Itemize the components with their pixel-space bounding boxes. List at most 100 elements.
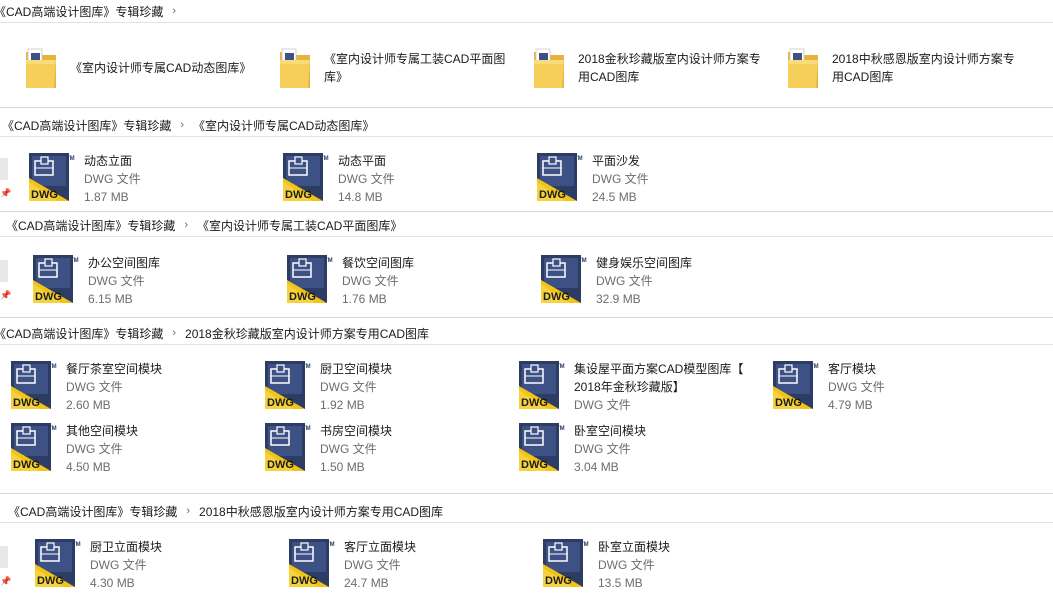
svg-text:DWG: DWG xyxy=(545,575,572,587)
file-name: 书房空间模块 xyxy=(320,424,393,438)
file-name: 动态平面 xyxy=(338,154,387,168)
file-name: 客厅模块 xyxy=(828,362,877,376)
pin-icon: 📌 xyxy=(0,188,12,198)
file-name: 卧室空间模块 xyxy=(574,424,647,438)
folder-item[interactable]: 《室内设计师专属CAD动态图库》 xyxy=(24,46,260,90)
file-name: 卧室立面模块 xyxy=(598,540,671,554)
svg-text:TM: TM xyxy=(48,364,57,370)
file-type: DWG 文件 xyxy=(84,172,141,186)
dwg-file-icon: DWG TM xyxy=(543,539,589,587)
svg-text:DWG: DWG xyxy=(775,397,802,409)
file-type: DWG 文件 xyxy=(88,274,145,288)
folder-name: 2018中秋感恩版室内设计师方案专用CAD图库 xyxy=(832,52,1015,84)
file-item[interactable]: DWG TM 餐饮空间图库 DWG 文件 1.76 MB xyxy=(286,254,414,308)
svg-text:DWG: DWG xyxy=(521,397,548,409)
folder-item[interactable]: 《室内设计师专属工装CAD平面图库》 xyxy=(278,46,514,90)
file-size: 1.92 MB xyxy=(320,398,365,412)
file-type: DWG 文件 xyxy=(66,442,123,456)
svg-text:DWG: DWG xyxy=(289,291,316,303)
folder-item[interactable]: 2018金秋珍藏版室内设计师方案专用CAD图库 xyxy=(532,46,768,90)
file-name: 动态立面 xyxy=(84,154,133,168)
file-panel: 《CAD高端设计图库》专辑珍藏 › 2018中秋感恩版室内设计师方案专用CAD图… xyxy=(0,500,1053,608)
file-item[interactable]: DWG TM 卧室立面模块 DWG 文件 13.5 MB xyxy=(542,538,670,592)
svg-text:TM: TM xyxy=(66,156,75,162)
svg-text:DWG: DWG xyxy=(13,397,40,409)
dwg-file-icon: DWG TM xyxy=(29,153,75,201)
folder-icon xyxy=(788,48,818,88)
pin-icon: 📌 xyxy=(0,576,12,586)
file-size: 32.9 MB xyxy=(596,292,641,306)
folder-icon xyxy=(280,48,310,88)
file-item[interactable]: DWG TM 健身娱乐空间图库 DWG 文件 32.9 MB xyxy=(540,254,692,308)
svg-text:DWG: DWG xyxy=(13,459,40,471)
file-item[interactable]: DWG TM 客厅立面模块 DWG 文件 24.7 MB xyxy=(288,538,416,592)
svg-text:TM: TM xyxy=(556,426,565,432)
file-size: 13.5 MB xyxy=(598,576,643,590)
file-type: DWG 文件 xyxy=(574,442,631,456)
file-item[interactable]: DWG TM 卧室空间模块 DWG 文件 3.04 MB xyxy=(518,422,646,476)
breadcrumb-root[interactable]: 《CAD高端设计图库》专辑珍藏 xyxy=(0,3,163,20)
dwg-file-icon: DWG TM xyxy=(33,255,79,303)
svg-text:TM: TM xyxy=(70,258,79,264)
svg-text:DWG: DWG xyxy=(35,291,62,303)
file-type: DWG 文件 xyxy=(596,274,653,288)
file-item[interactable]: DWG TM 动态立面 DWG 文件 1.87 MB xyxy=(28,152,141,206)
svg-text:DWG: DWG xyxy=(543,291,570,303)
file-item[interactable]: DWG TM 动态平面 DWG 文件 14.8 MB xyxy=(282,152,395,206)
file-item[interactable]: DWG TM 办公空间图库 DWG 文件 6.15 MB xyxy=(32,254,160,308)
file-item[interactable]: DWG TM 集设屋平面方案CAD模型图库【 2018年金秋珍藏版】 DWG 文… xyxy=(518,360,743,414)
dwg-file-icon: DWG TM xyxy=(537,153,583,201)
breadcrumb-current[interactable]: 2018金秋珍藏版室内设计师方案专用CAD图库 xyxy=(185,325,429,342)
file-name: 厨卫立面模块 xyxy=(90,540,163,554)
file-name: 健身娱乐空间图库 xyxy=(596,256,693,270)
file-item[interactable]: DWG TM 餐厅茶室空间模块 DWG 文件 2.60 MB xyxy=(10,360,162,414)
folder-name: 2018金秋珍藏版室内设计师方案专用CAD图库 xyxy=(578,52,761,84)
chevron-right-icon: › xyxy=(172,327,177,339)
file-item[interactable]: DWG TM 客厅模块 DWG 文件 4.79 MB xyxy=(772,360,885,414)
breadcrumb-current[interactable]: 《室内设计师专属工装CAD平面图库》 xyxy=(197,217,402,234)
breadcrumb-current[interactable]: 《室内设计师专属CAD动态图库》 xyxy=(193,117,374,134)
svg-text:TM: TM xyxy=(326,542,335,548)
file-size: 24.7 MB xyxy=(344,576,389,590)
file-type: DWG 文件 xyxy=(592,172,649,186)
file-type: DWG 文件 xyxy=(90,558,147,572)
file-size: 14.8 MB xyxy=(338,190,383,204)
file-name: 餐饮空间图库 xyxy=(342,256,415,270)
svg-text:DWG: DWG xyxy=(267,397,294,409)
dwg-file-icon: DWG TM xyxy=(541,255,587,303)
dwg-file-icon: DWG TM xyxy=(287,255,333,303)
svg-text:TM: TM xyxy=(574,156,583,162)
dwg-file-icon: DWG TM xyxy=(773,361,819,409)
chevron-right-icon: › xyxy=(172,5,177,17)
svg-text:TM: TM xyxy=(556,364,565,370)
breadcrumb: 《CAD高端设计图库》专辑珍藏 › 2018中秋感恩版室内设计师方案专用CAD图… xyxy=(0,500,1053,522)
file-item[interactable]: DWG TM 其他空间模块 DWG 文件 4.50 MB xyxy=(10,422,138,476)
breadcrumb-root[interactable]: 《CAD高端设计图库》专辑珍藏 xyxy=(0,325,163,342)
file-size: 24.5 MB xyxy=(592,190,637,204)
file-size: 2.60 MB xyxy=(66,398,111,412)
file-panel: 《CAD高端设计图库》专辑珍藏 › 2018金秋珍藏版室内设计师方案专用CAD图… xyxy=(0,322,1053,494)
dwg-file-icon: DWG TM xyxy=(519,423,565,471)
file-item[interactable]: DWG TM 厨卫立面模块 DWG 文件 4.30 MB xyxy=(34,538,162,592)
dwg-file-icon: DWG TM xyxy=(35,539,81,587)
file-panel: 《CAD高端设计图库》专辑珍藏 › 《室内设计师专属工装CAD平面图库》 📌 D… xyxy=(0,214,1053,318)
svg-text:TM: TM xyxy=(72,542,81,548)
folder-icon xyxy=(534,48,564,88)
svg-text:TM: TM xyxy=(302,364,311,370)
file-item[interactable]: DWG TM 厨卫空间模块 DWG 文件 1.92 MB xyxy=(264,360,392,414)
file-name: 办公空间图库 xyxy=(88,256,161,270)
breadcrumb-root[interactable]: 《CAD高端设计图库》专辑珍藏 xyxy=(8,503,177,520)
svg-text:DWG: DWG xyxy=(285,189,312,201)
svg-text:TM: TM xyxy=(810,364,819,370)
svg-text:DWG: DWG xyxy=(521,459,548,471)
breadcrumb-root[interactable]: 《CAD高端设计图库》专辑珍藏 xyxy=(6,217,175,234)
folder-item[interactable]: 2018中秋感恩版室内设计师方案专用CAD图库 xyxy=(786,46,1022,90)
chevron-right-icon: › xyxy=(186,505,191,517)
file-name: 集设屋平面方案CAD模型图库【 xyxy=(574,362,744,376)
breadcrumb-current[interactable]: 2018中秋感恩版室内设计师方案专用CAD图库 xyxy=(199,503,443,520)
folder-icon xyxy=(26,48,56,88)
file-size: 4.50 MB xyxy=(66,460,111,474)
file-item[interactable]: DWG TM 书房空间模块 DWG 文件 1.50 MB xyxy=(264,422,392,476)
breadcrumb-root[interactable]: 《CAD高端设计图库》专辑珍藏 xyxy=(2,117,171,134)
file-item[interactable]: DWG TM 平面沙发 DWG 文件 24.5 MB xyxy=(536,152,649,206)
